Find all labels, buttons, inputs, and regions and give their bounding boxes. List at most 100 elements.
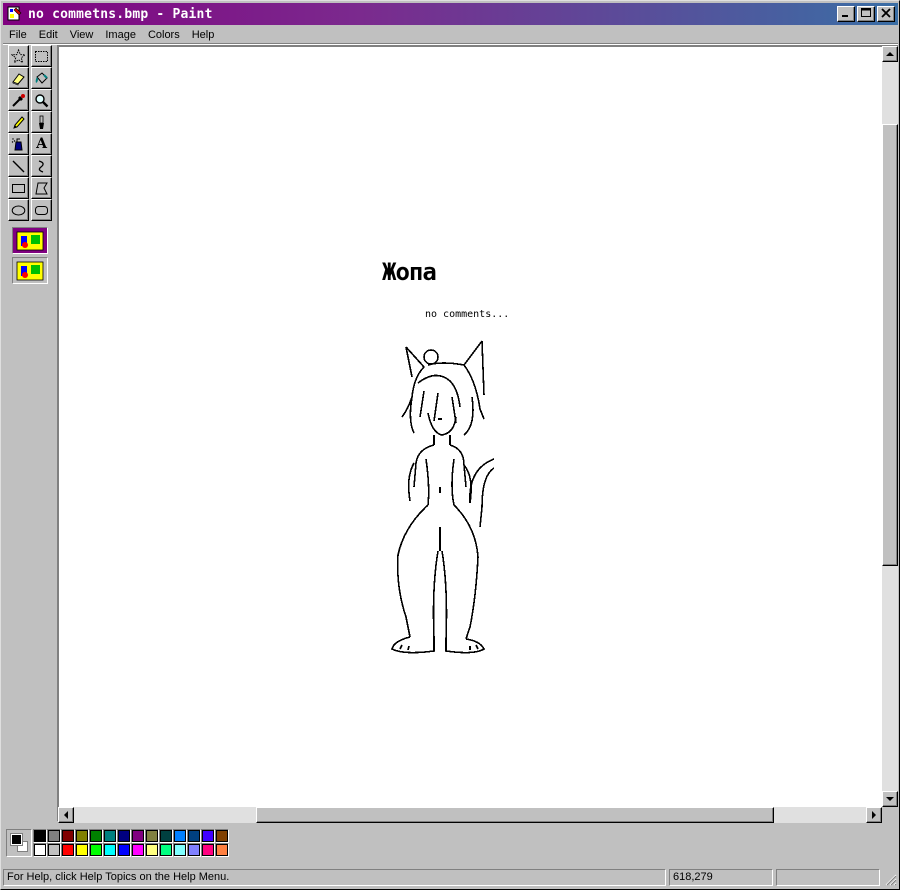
- palette-color-swatch[interactable]: [117, 843, 131, 857]
- palette-color-swatch[interactable]: [187, 843, 201, 857]
- menu-edit[interactable]: Edit: [33, 27, 64, 43]
- palette-color-swatch[interactable]: [75, 843, 89, 857]
- foreground-color: [10, 833, 23, 846]
- swatch-fill: [104, 844, 116, 856]
- rounded-rectangle-icon: [35, 205, 48, 215]
- tool-select[interactable]: [31, 45, 52, 67]
- status-coordinates: 618,279: [669, 869, 773, 886]
- palette-color-swatch[interactable]: [103, 843, 117, 857]
- eyedropper-icon: [12, 93, 25, 107]
- menu-image[interactable]: Image: [99, 27, 142, 43]
- swatch-fill: [118, 830, 130, 842]
- scroll-left-button[interactable]: [58, 807, 74, 823]
- scroll-right-button[interactable]: [866, 807, 882, 823]
- status-help-text: For Help, click Help Topics on the Help …: [3, 869, 666, 886]
- palette-color-swatch[interactable]: [173, 829, 187, 843]
- text-icon: A: [36, 136, 47, 152]
- tool-text[interactable]: A: [31, 133, 52, 155]
- horizontal-scroll-thumb[interactable]: [256, 807, 774, 823]
- tool-option-opaque[interactable]: [12, 227, 48, 254]
- ellipse-icon: [11, 205, 26, 215]
- swatch-fill: [146, 830, 158, 842]
- palette-color-swatch[interactable]: [75, 829, 89, 843]
- swatch-fill: [216, 844, 228, 856]
- tool-curve[interactable]: [31, 155, 52, 177]
- palette-color-swatch[interactable]: [131, 829, 145, 843]
- palette-color-swatch[interactable]: [89, 843, 103, 857]
- tool-line[interactable]: [8, 155, 29, 177]
- palette-color-swatch[interactable]: [117, 829, 131, 843]
- polygon-icon: [35, 182, 48, 194]
- transparent-background-icon: [16, 261, 44, 280]
- palette-color-swatch[interactable]: [159, 843, 173, 857]
- palette-color-swatch[interactable]: [145, 829, 159, 843]
- minimize-icon: [841, 8, 851, 21]
- palette-color-swatch[interactable]: [201, 843, 215, 857]
- tool-ellipse[interactable]: [8, 199, 29, 221]
- canvas-area: Жопа no comments...: [57, 45, 898, 821]
- tool-polygon[interactable]: [31, 177, 52, 199]
- palette-color-swatch[interactable]: [61, 829, 75, 843]
- title-bar[interactable]: no commetns.bmp - Paint: [3, 3, 898, 25]
- palette-color-swatch[interactable]: [131, 843, 145, 857]
- swatch-fill: [160, 844, 172, 856]
- maximize-button[interactable]: [857, 6, 875, 22]
- tool-fill-with-color[interactable]: [31, 67, 52, 89]
- tool-airbrush[interactable]: [8, 133, 29, 155]
- paint-icon[interactable]: [7, 6, 23, 22]
- swatch-fill: [202, 844, 214, 856]
- color-box: [4, 825, 304, 861]
- scroll-up-button[interactable]: [882, 46, 898, 62]
- menu-file[interactable]: File: [3, 27, 33, 43]
- tool-rounded-rectangle[interactable]: [31, 199, 52, 221]
- tool-brush[interactable]: [31, 111, 52, 133]
- palette-color-swatch[interactable]: [33, 829, 47, 843]
- swatch-fill: [174, 830, 186, 842]
- swatch-fill: [146, 844, 158, 856]
- arrow-right-icon: [872, 811, 876, 819]
- drawing-canvas[interactable]: Жопа no comments...: [59, 47, 882, 808]
- vertical-scroll-thumb[interactable]: [882, 124, 898, 566]
- palette-color-swatch[interactable]: [61, 843, 75, 857]
- palette-color-swatch[interactable]: [201, 829, 215, 843]
- palette-color-swatch[interactable]: [89, 829, 103, 843]
- palette-color-swatch[interactable]: [215, 829, 229, 843]
- palette-color-swatch[interactable]: [215, 843, 229, 857]
- tool-magnifier[interactable]: [31, 89, 52, 111]
- menu-bar: File Edit View Image Colors Help: [3, 26, 898, 44]
- rect-select-icon: [35, 50, 48, 62]
- swatch-fill: [76, 844, 88, 856]
- palette-color-swatch[interactable]: [187, 829, 201, 843]
- palette-color-swatch[interactable]: [47, 829, 61, 843]
- menu-colors[interactable]: Colors: [142, 27, 186, 43]
- palette-color-swatch[interactable]: [103, 829, 117, 843]
- resize-grip-icon[interactable]: [885, 874, 897, 886]
- arrow-left-icon: [64, 811, 68, 819]
- swatch-fill: [216, 830, 228, 842]
- menu-view[interactable]: View: [64, 27, 100, 43]
- scroll-down-button[interactable]: [882, 791, 898, 807]
- vertical-scrollbar[interactable]: [882, 46, 898, 807]
- minimize-button[interactable]: [837, 6, 855, 22]
- menu-help[interactable]: Help: [186, 27, 221, 43]
- tool-pencil[interactable]: [8, 111, 29, 133]
- palette-color-swatch[interactable]: [173, 843, 187, 857]
- magnifier-icon: [35, 93, 49, 107]
- current-colors[interactable]: [6, 829, 32, 857]
- tool-option-transparent[interactable]: [12, 257, 48, 284]
- tool-pick-color[interactable]: [8, 89, 29, 111]
- swatch-fill: [104, 830, 116, 842]
- airbrush-icon: [11, 137, 23, 150]
- palette-color-swatch[interactable]: [33, 843, 47, 857]
- palette-color-swatch[interactable]: [145, 843, 159, 857]
- swatch-fill: [62, 844, 74, 856]
- palette-color-swatch[interactable]: [159, 829, 173, 843]
- tool-eraser[interactable]: [8, 67, 29, 89]
- tool-box: A: [6, 45, 55, 287]
- horizontal-scrollbar[interactable]: [58, 807, 882, 823]
- close-button[interactable]: [877, 6, 895, 22]
- tool-free-form-select[interactable]: [8, 45, 29, 67]
- tool-rectangle[interactable]: [8, 177, 29, 199]
- arrow-down-icon: [886, 797, 894, 801]
- palette-color-swatch[interactable]: [47, 843, 61, 857]
